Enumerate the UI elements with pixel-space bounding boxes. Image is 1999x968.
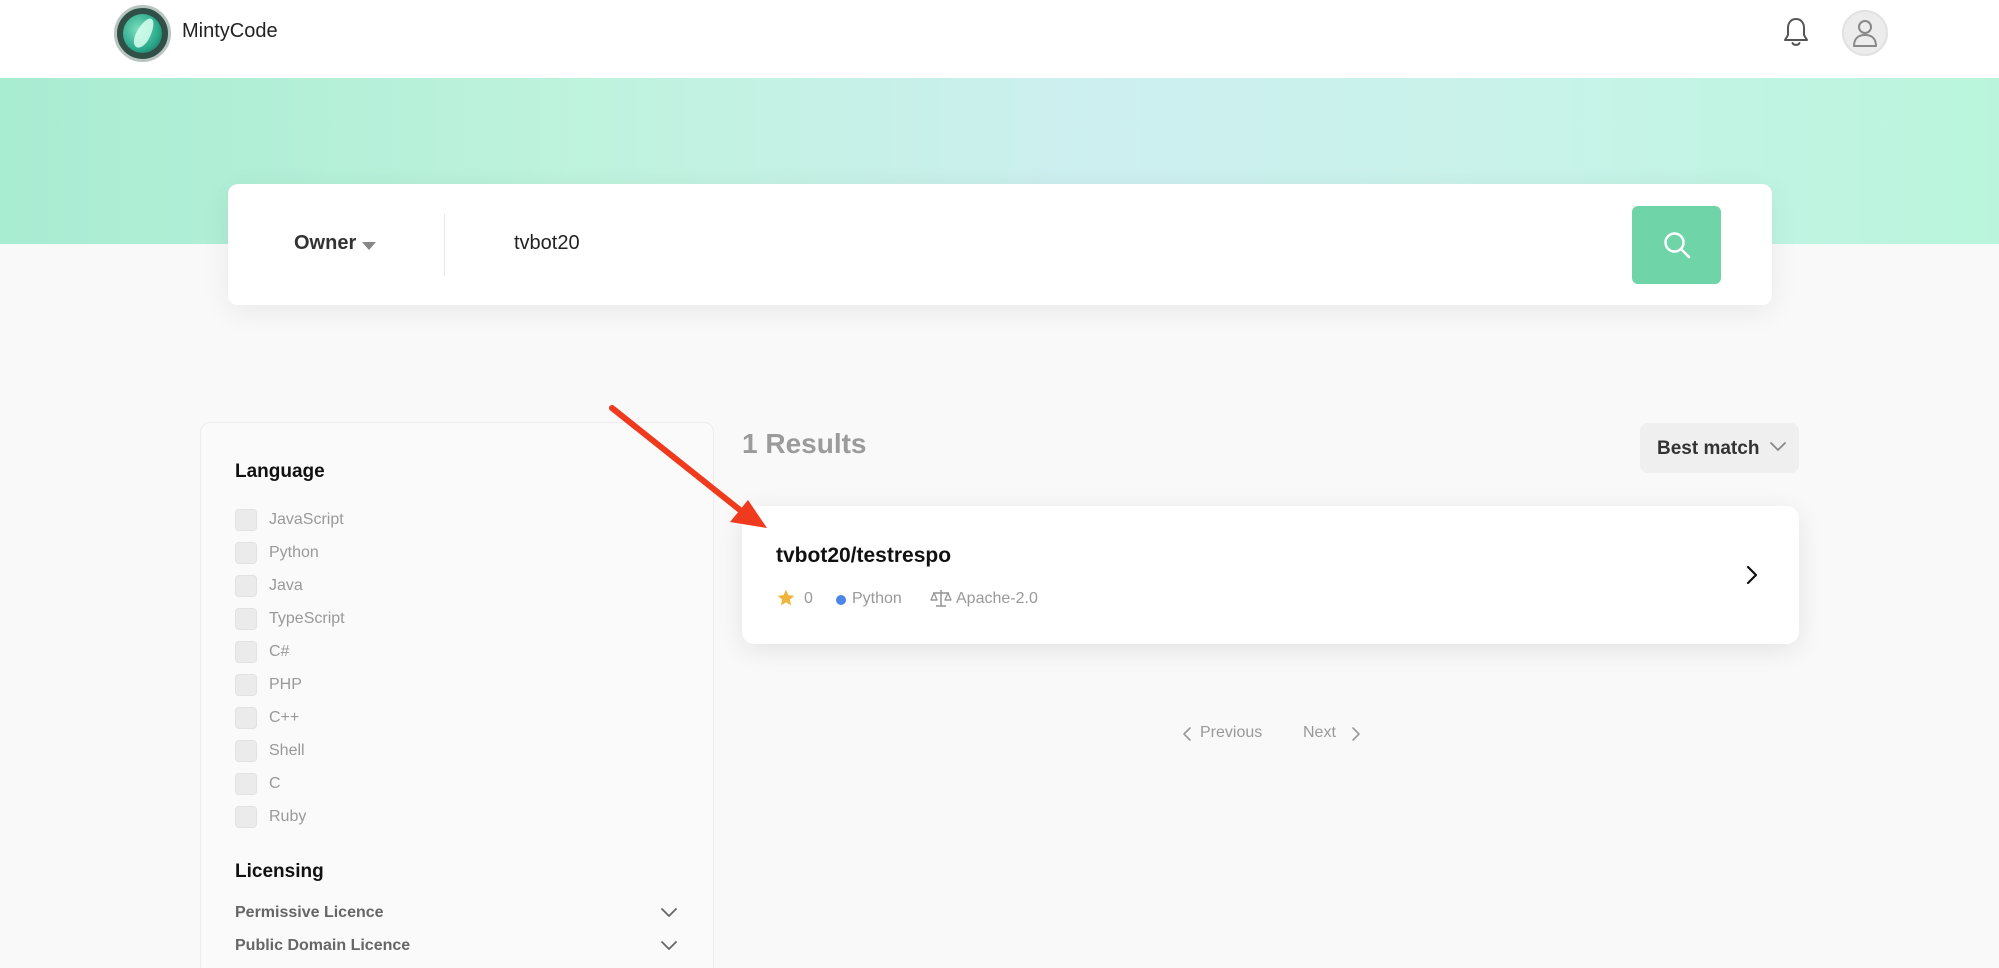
search-panel: Owner — [228, 184, 1772, 305]
sort-dropdown[interactable]: Best match — [1640, 423, 1799, 473]
checkbox[interactable] — [235, 806, 257, 828]
language-option-label: C# — [269, 643, 290, 660]
checkbox[interactable] — [235, 608, 257, 630]
star-icon — [777, 589, 795, 606]
search-scope-dropdown[interactable]: Owner — [294, 232, 356, 255]
license-scale-icon — [930, 590, 952, 607]
repo-language: Python — [852, 590, 902, 607]
chevron-right-icon[interactable] — [1746, 565, 1758, 585]
repo-license: Apache-2.0 — [956, 590, 1038, 607]
result-card[interactable]: tvbot20/testrespo 0 Python Apache-2.0 — [742, 506, 1799, 644]
user-icon — [1853, 20, 1877, 47]
top-navbar: MintyCode — [0, 0, 1999, 78]
checkbox[interactable] — [235, 773, 257, 795]
brand-name[interactable]: MintyCode — [182, 20, 278, 43]
checkbox[interactable] — [235, 707, 257, 729]
search-icon — [1664, 232, 1691, 259]
search-button[interactable] — [1632, 206, 1721, 284]
chevron-right-icon — [1352, 727, 1360, 741]
checkbox[interactable] — [235, 575, 257, 597]
next-label: Next — [1303, 724, 1336, 741]
caret-down-icon[interactable] — [362, 242, 376, 250]
checkbox[interactable] — [235, 641, 257, 663]
language-option-label: Ruby — [269, 808, 307, 825]
language-option-label: Java — [269, 577, 303, 594]
language-option-label: Python — [269, 544, 319, 561]
previous-page-button[interactable]: Previous — [1182, 722, 1272, 746]
repo-name-link[interactable]: tvbot20/testrespo — [776, 544, 951, 568]
language-option-label: JavaScript — [269, 511, 344, 528]
language-option-label: TypeScript — [269, 610, 345, 627]
search-input[interactable] — [514, 232, 1514, 255]
licence-group-label: Public Domain Licence — [235, 937, 411, 954]
language-color-dot — [836, 595, 846, 605]
chevron-down-icon[interactable] — [661, 941, 677, 951]
previous-label: Previous — [1200, 724, 1263, 741]
licence-group-permissive[interactable]: Permissive Licence — [235, 904, 677, 928]
language-option-label: C — [269, 775, 281, 792]
bell-icon[interactable] — [1782, 16, 1810, 48]
mintycode-logo[interactable] — [114, 5, 171, 62]
checkbox[interactable] — [235, 542, 257, 564]
annotation-arrow — [609, 405, 767, 528]
licence-group-public-domain[interactable]: Public Domain Licence — [235, 937, 677, 961]
language-filter-title: Language — [235, 461, 325, 482]
checkbox[interactable] — [235, 674, 257, 696]
language-option-label: PHP — [269, 676, 302, 693]
chevron-left-icon — [1183, 727, 1191, 741]
chevron-down-icon[interactable] — [661, 908, 677, 918]
chevron-down-icon — [1770, 442, 1786, 451]
search-divider — [444, 214, 445, 276]
licensing-filter-title: Licensing — [235, 861, 324, 882]
language-option-label: Shell — [269, 742, 305, 759]
next-page-button[interactable]: Next — [1303, 722, 1373, 746]
licence-group-label: Permissive Licence — [235, 904, 384, 921]
user-avatar[interactable] — [1842, 10, 1888, 56]
language-option-label: C++ — [269, 709, 300, 726]
checkbox[interactable] — [235, 740, 257, 762]
checkbox[interactable] — [235, 509, 257, 531]
sort-label: Best match — [1657, 438, 1760, 459]
star-count: 0 — [804, 590, 813, 607]
